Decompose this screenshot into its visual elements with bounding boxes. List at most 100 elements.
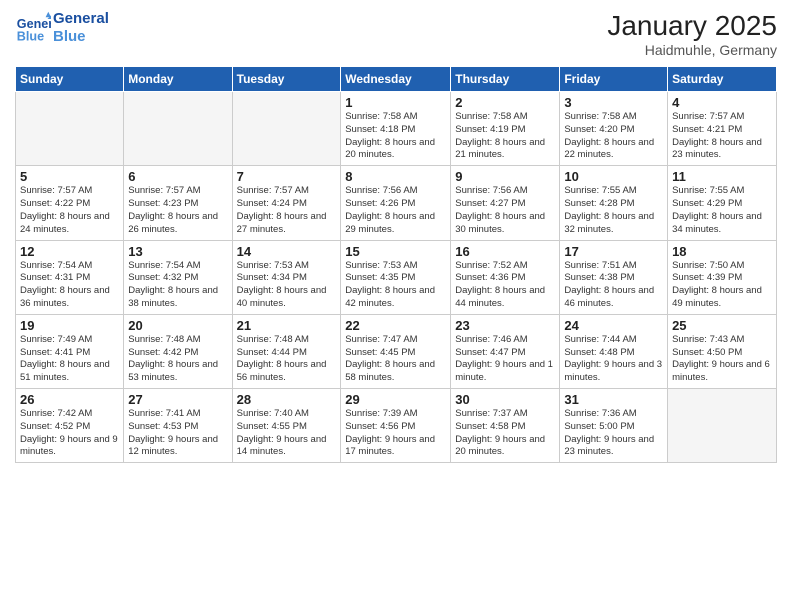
day-info: Sunrise: 7:55 AM Sunset: 4:29 PM Dayligh…	[672, 185, 772, 236]
day-info: Sunrise: 7:57 AM Sunset: 4:24 PM Dayligh…	[237, 185, 337, 236]
table-row	[124, 92, 232, 166]
table-row: 23Sunrise: 7:46 AM Sunset: 4:47 PM Dayli…	[451, 314, 560, 388]
table-row: 27Sunrise: 7:41 AM Sunset: 4:53 PM Dayli…	[124, 389, 232, 463]
day-info: Sunrise: 7:58 AM Sunset: 4:20 PM Dayligh…	[564, 111, 663, 162]
table-row	[232, 92, 341, 166]
day-info: Sunrise: 7:52 AM Sunset: 4:36 PM Dayligh…	[455, 260, 555, 311]
table-row	[16, 92, 124, 166]
day-info: Sunrise: 7:53 AM Sunset: 4:35 PM Dayligh…	[345, 260, 446, 311]
day-number: 9	[455, 169, 555, 184]
day-info: Sunrise: 7:56 AM Sunset: 4:26 PM Dayligh…	[345, 185, 446, 236]
day-info: Sunrise: 7:57 AM Sunset: 4:22 PM Dayligh…	[20, 185, 119, 236]
table-row: 22Sunrise: 7:47 AM Sunset: 4:45 PM Dayli…	[341, 314, 451, 388]
day-number: 4	[672, 95, 772, 110]
day-info: Sunrise: 7:48 AM Sunset: 4:42 PM Dayligh…	[128, 334, 227, 385]
table-row: 6Sunrise: 7:57 AM Sunset: 4:23 PM Daylig…	[124, 166, 232, 240]
day-number: 7	[237, 169, 337, 184]
calendar-header-row: Sunday Monday Tuesday Wednesday Thursday…	[16, 67, 777, 92]
day-number: 24	[564, 318, 663, 333]
table-row: 18Sunrise: 7:50 AM Sunset: 4:39 PM Dayli…	[668, 240, 777, 314]
table-row: 5Sunrise: 7:57 AM Sunset: 4:22 PM Daylig…	[16, 166, 124, 240]
day-number: 17	[564, 244, 663, 259]
table-row: 16Sunrise: 7:52 AM Sunset: 4:36 PM Dayli…	[451, 240, 560, 314]
table-row: 8Sunrise: 7:56 AM Sunset: 4:26 PM Daylig…	[341, 166, 451, 240]
day-info: Sunrise: 7:50 AM Sunset: 4:39 PM Dayligh…	[672, 260, 772, 311]
table-row: 3Sunrise: 7:58 AM Sunset: 4:20 PM Daylig…	[560, 92, 668, 166]
day-number: 20	[128, 318, 227, 333]
header-monday: Monday	[124, 67, 232, 92]
table-row: 15Sunrise: 7:53 AM Sunset: 4:35 PM Dayli…	[341, 240, 451, 314]
day-number: 16	[455, 244, 555, 259]
day-info: Sunrise: 7:57 AM Sunset: 4:23 PM Dayligh…	[128, 185, 227, 236]
day-info: Sunrise: 7:53 AM Sunset: 4:34 PM Dayligh…	[237, 260, 337, 311]
calendar-week-row: 1Sunrise: 7:58 AM Sunset: 4:18 PM Daylig…	[16, 92, 777, 166]
day-number: 28	[237, 392, 337, 407]
table-row: 14Sunrise: 7:53 AM Sunset: 4:34 PM Dayli…	[232, 240, 341, 314]
day-number: 6	[128, 169, 227, 184]
day-number: 21	[237, 318, 337, 333]
day-number: 10	[564, 169, 663, 184]
calendar-week-row: 26Sunrise: 7:42 AM Sunset: 4:52 PM Dayli…	[16, 389, 777, 463]
day-number: 3	[564, 95, 663, 110]
day-info: Sunrise: 7:46 AM Sunset: 4:47 PM Dayligh…	[455, 334, 555, 385]
day-info: Sunrise: 7:41 AM Sunset: 4:53 PM Dayligh…	[128, 408, 227, 459]
day-number: 14	[237, 244, 337, 259]
day-info: Sunrise: 7:55 AM Sunset: 4:28 PM Dayligh…	[564, 185, 663, 236]
day-info: Sunrise: 7:54 AM Sunset: 4:32 PM Dayligh…	[128, 260, 227, 311]
table-row: 10Sunrise: 7:55 AM Sunset: 4:28 PM Dayli…	[560, 166, 668, 240]
calendar-subtitle: Haidmuhle, Germany	[607, 42, 777, 58]
day-number: 22	[345, 318, 446, 333]
table-row: 9Sunrise: 7:56 AM Sunset: 4:27 PM Daylig…	[451, 166, 560, 240]
day-info: Sunrise: 7:58 AM Sunset: 4:18 PM Dayligh…	[345, 111, 446, 162]
title-block: January 2025 Haidmuhle, Germany	[607, 10, 777, 58]
calendar-week-row: 5Sunrise: 7:57 AM Sunset: 4:22 PM Daylig…	[16, 166, 777, 240]
day-info: Sunrise: 7:54 AM Sunset: 4:31 PM Dayligh…	[20, 260, 119, 311]
day-number: 1	[345, 95, 446, 110]
header-friday: Friday	[560, 67, 668, 92]
day-info: Sunrise: 7:48 AM Sunset: 4:44 PM Dayligh…	[237, 334, 337, 385]
header-saturday: Saturday	[668, 67, 777, 92]
table-row: 29Sunrise: 7:39 AM Sunset: 4:56 PM Dayli…	[341, 389, 451, 463]
logo-icon: General Blue	[15, 10, 51, 46]
day-number: 12	[20, 244, 119, 259]
calendar-week-row: 19Sunrise: 7:49 AM Sunset: 4:41 PM Dayli…	[16, 314, 777, 388]
day-number: 8	[345, 169, 446, 184]
day-number: 31	[564, 392, 663, 407]
day-number: 30	[455, 392, 555, 407]
header-sunday: Sunday	[16, 67, 124, 92]
table-row: 26Sunrise: 7:42 AM Sunset: 4:52 PM Dayli…	[16, 389, 124, 463]
table-row	[668, 389, 777, 463]
day-number: 18	[672, 244, 772, 259]
day-info: Sunrise: 7:57 AM Sunset: 4:21 PM Dayligh…	[672, 111, 772, 162]
day-number: 29	[345, 392, 446, 407]
day-number: 15	[345, 244, 446, 259]
table-row: 12Sunrise: 7:54 AM Sunset: 4:31 PM Dayli…	[16, 240, 124, 314]
calendar-title: January 2025	[607, 10, 777, 42]
calendar-week-row: 12Sunrise: 7:54 AM Sunset: 4:31 PM Dayli…	[16, 240, 777, 314]
day-number: 13	[128, 244, 227, 259]
day-info: Sunrise: 7:39 AM Sunset: 4:56 PM Dayligh…	[345, 408, 446, 459]
logo-line1: General	[53, 10, 109, 28]
header-tuesday: Tuesday	[232, 67, 341, 92]
logo-line2: Blue	[53, 28, 109, 46]
day-number: 23	[455, 318, 555, 333]
day-info: Sunrise: 7:58 AM Sunset: 4:19 PM Dayligh…	[455, 111, 555, 162]
day-number: 19	[20, 318, 119, 333]
header-wednesday: Wednesday	[341, 67, 451, 92]
day-number: 26	[20, 392, 119, 407]
table-row: 31Sunrise: 7:36 AM Sunset: 5:00 PM Dayli…	[560, 389, 668, 463]
table-row: 17Sunrise: 7:51 AM Sunset: 4:38 PM Dayli…	[560, 240, 668, 314]
table-row: 4Sunrise: 7:57 AM Sunset: 4:21 PM Daylig…	[668, 92, 777, 166]
day-info: Sunrise: 7:56 AM Sunset: 4:27 PM Dayligh…	[455, 185, 555, 236]
table-row: 1Sunrise: 7:58 AM Sunset: 4:18 PM Daylig…	[341, 92, 451, 166]
day-number: 25	[672, 318, 772, 333]
day-info: Sunrise: 7:37 AM Sunset: 4:58 PM Dayligh…	[455, 408, 555, 459]
day-number: 27	[128, 392, 227, 407]
table-row: 7Sunrise: 7:57 AM Sunset: 4:24 PM Daylig…	[232, 166, 341, 240]
day-number: 5	[20, 169, 119, 184]
day-number: 2	[455, 95, 555, 110]
day-info: Sunrise: 7:42 AM Sunset: 4:52 PM Dayligh…	[20, 408, 119, 459]
day-info: Sunrise: 7:36 AM Sunset: 5:00 PM Dayligh…	[564, 408, 663, 459]
logo: General Blue General Blue	[15, 10, 109, 46]
day-info: Sunrise: 7:49 AM Sunset: 4:41 PM Dayligh…	[20, 334, 119, 385]
